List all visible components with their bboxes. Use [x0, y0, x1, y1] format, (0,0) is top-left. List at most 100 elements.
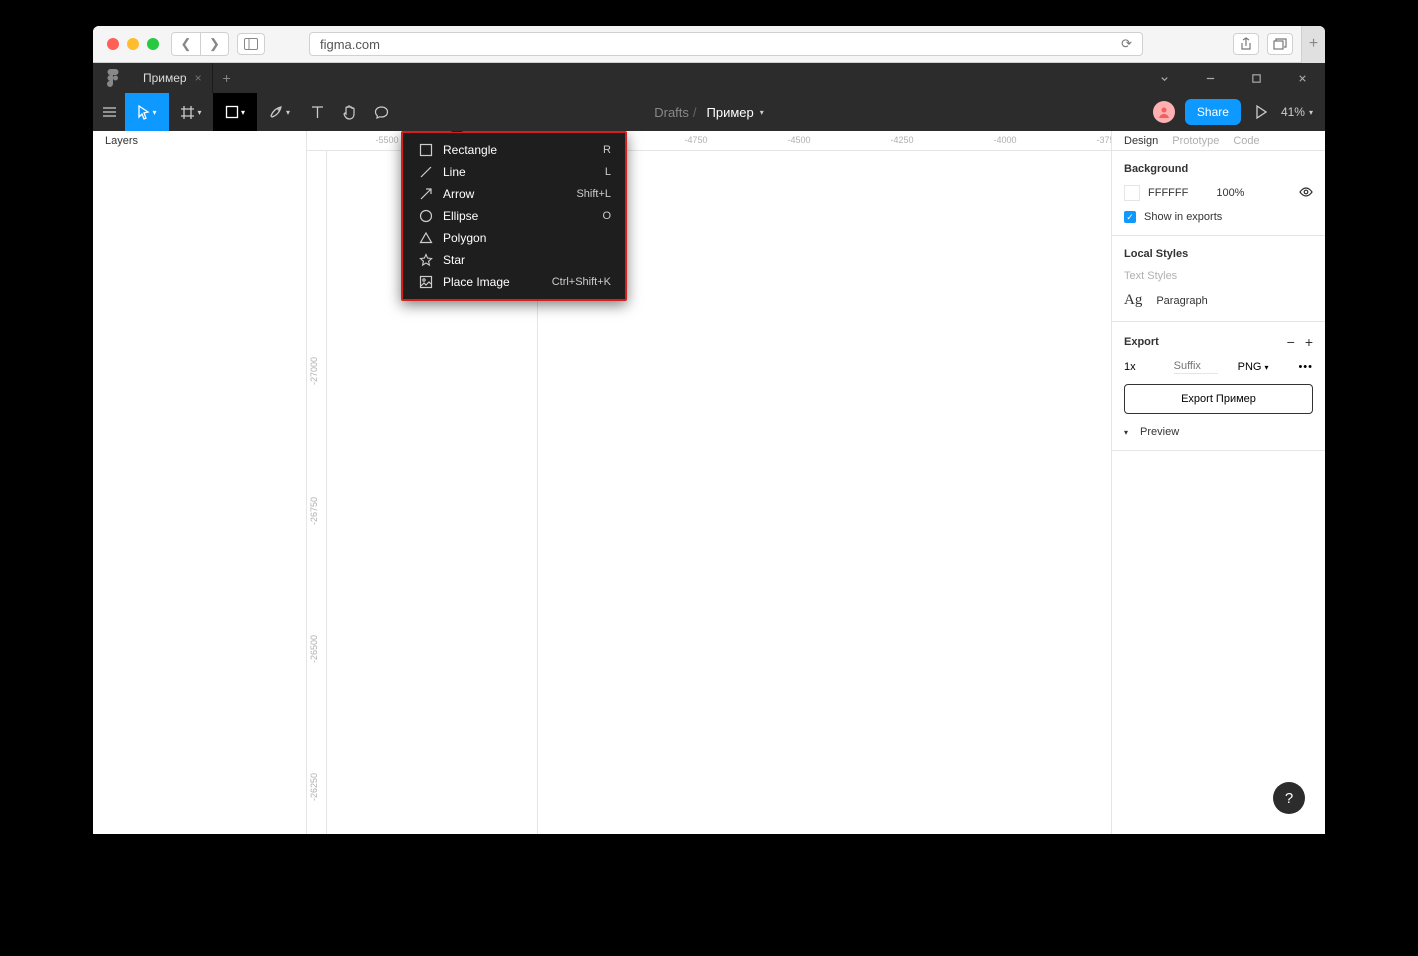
export-plus-icon[interactable]: + [1305, 334, 1313, 350]
export-title: Export [1124, 336, 1159, 348]
main-area: Layers Assets -5500 -5250 -5000 -4750 -4… [93, 131, 1325, 834]
left-panel: Layers Assets [93, 131, 307, 834]
user-avatar[interactable] [1153, 101, 1175, 123]
figma-logo-icon[interactable] [93, 69, 133, 87]
shape-arrow[interactable]: Arrow Shift+L [403, 183, 625, 205]
background-title: Background [1124, 163, 1313, 175]
export-more-icon[interactable]: ••• [1298, 361, 1313, 373]
chevron-down-icon: ▾ [760, 108, 764, 117]
shape-place-image[interactable]: Place Image Ctrl+Shift+K [403, 271, 625, 293]
show-exports-checkbox[interactable]: ✓ [1124, 211, 1136, 223]
export-section: Export − + 1x PNG ▾ ••• Export Пример ▾ … [1112, 322, 1325, 451]
shape-ellipse[interactable]: Ellipse O [403, 205, 625, 227]
help-button[interactable]: ? [1273, 782, 1305, 814]
window-close[interactable] [1279, 63, 1325, 93]
maximize-window-button[interactable] [147, 38, 159, 50]
new-tab-button[interactable]: + [1301, 26, 1325, 63]
vertical-ruler: -27000 -26750 -26500 -26250 -26000 [307, 151, 327, 834]
canvas[interactable]: -5500 -5250 -5000 -4750 -4500 -4250 -400… [307, 131, 1111, 834]
export-format[interactable]: PNG ▾ [1238, 361, 1269, 373]
url-bar[interactable]: figma.com ⟳ [309, 32, 1143, 56]
browser-chrome: ❮ ❯ figma.com ⟳ + [93, 26, 1325, 63]
shape-tool-dropdown: Rectangle R Line L Arrow Shift+L Ellipse… [401, 131, 627, 301]
pen-tool[interactable]: ▾ [257, 93, 301, 131]
traffic-lights [107, 38, 159, 50]
caret-down-icon[interactable]: ▾ [1124, 428, 1128, 437]
tabs-overview-button[interactable] [1267, 33, 1293, 55]
chevron-down-icon: ▾ [197, 108, 201, 117]
tab-title: Пример [143, 71, 187, 85]
export-button[interactable]: Export Пример [1124, 384, 1313, 414]
shape-line[interactable]: Line L [403, 161, 625, 183]
ag-icon: Ag [1124, 292, 1142, 309]
code-tab[interactable]: Code [1233, 135, 1259, 147]
text-tool[interactable] [301, 93, 333, 131]
file-tab[interactable]: Пример × [133, 63, 213, 93]
paragraph-style[interactable]: Paragraph [1156, 295, 1207, 307]
shape-tool[interactable]: ▾ [213, 93, 257, 131]
window-minimize[interactable] [1187, 63, 1233, 93]
preview-label[interactable]: Preview [1140, 426, 1179, 438]
browser-window: ❮ ❯ figma.com ⟳ + Пример × + [93, 26, 1325, 834]
background-hex[interactable]: FFFFFF [1148, 187, 1188, 199]
shape-star[interactable]: Star [403, 249, 625, 271]
nav-buttons: ❮ ❯ [171, 32, 229, 56]
left-panel-tabs: Layers Assets [93, 131, 306, 151]
figma-tab-bar: Пример × + [93, 63, 1325, 93]
main-menu-button[interactable] [93, 93, 125, 131]
local-styles-section: Local Styles Text Styles Ag Paragraph [1112, 236, 1325, 322]
visibility-icon[interactable] [1299, 187, 1313, 200]
ellipse-icon [417, 209, 435, 223]
arrow-icon [417, 187, 435, 201]
figma-toolbar: ▾ ▾ ▾ ▾ Drafts / Пример ▾ [93, 93, 1325, 131]
export-minus-icon[interactable]: − [1287, 334, 1295, 350]
prototype-tab[interactable]: Prototype [1172, 135, 1219, 147]
new-file-tab-button[interactable]: + [213, 70, 241, 86]
chevron-down-icon: ▾ [152, 108, 156, 117]
window-maximize[interactable] [1233, 63, 1279, 93]
zoom-control[interactable]: 41% ▾ [1281, 105, 1313, 119]
design-tab[interactable]: Design [1124, 135, 1158, 147]
background-opacity[interactable]: 100% [1216, 187, 1244, 199]
shape-rectangle[interactable]: Rectangle R [403, 139, 625, 161]
text-styles-label: Text Styles [1124, 270, 1313, 282]
refresh-icon[interactable]: ⟳ [1121, 36, 1132, 52]
background-swatch[interactable] [1124, 185, 1140, 201]
breadcrumb-parent: Drafts [654, 105, 689, 120]
chevron-down-icon: ▾ [1309, 108, 1313, 117]
back-button[interactable]: ❮ [172, 33, 200, 55]
layers-tab[interactable]: Layers [105, 135, 138, 147]
show-exports-label: Show in exports [1144, 211, 1222, 223]
shape-polygon[interactable]: Polygon [403, 227, 625, 249]
star-icon [417, 253, 435, 267]
right-panel: Design Prototype Code Background FFFFFF … [1111, 131, 1325, 834]
background-section: Background FFFFFF 100% ✓ Show in exports [1112, 151, 1325, 236]
breadcrumb[interactable]: Drafts / Пример ▾ [654, 105, 764, 120]
local-styles-title: Local Styles [1124, 248, 1313, 260]
comment-tool[interactable] [365, 93, 397, 131]
frame-tool[interactable]: ▾ [169, 93, 213, 131]
right-panel-tabs: Design Prototype Code [1112, 131, 1325, 151]
window-menu-chevron[interactable] [1141, 63, 1187, 93]
minimize-window-button[interactable] [127, 38, 139, 50]
sidebar-toggle[interactable] [237, 33, 265, 55]
present-button[interactable] [1251, 105, 1271, 119]
close-tab-icon[interactable]: × [195, 71, 202, 85]
polygon-icon [417, 231, 435, 245]
url-text: figma.com [320, 37, 380, 52]
hand-tool[interactable] [333, 93, 365, 131]
breadcrumb-file: Пример [707, 105, 754, 120]
share-browser-button[interactable] [1233, 33, 1259, 55]
forward-button[interactable]: ❯ [200, 33, 228, 55]
export-suffix-input[interactable] [1174, 360, 1218, 374]
image-icon [417, 275, 435, 289]
share-button[interactable]: Share [1185, 99, 1241, 125]
zoom-value: 41% [1281, 105, 1305, 119]
move-tool[interactable]: ▾ [125, 93, 169, 131]
close-window-button[interactable] [107, 38, 119, 50]
export-scale[interactable]: 1x [1124, 361, 1136, 373]
chevron-down-icon: ▾ [286, 108, 290, 117]
chevron-down-icon: ▾ [241, 108, 245, 117]
line-icon [417, 165, 435, 179]
rectangle-icon [417, 143, 435, 157]
